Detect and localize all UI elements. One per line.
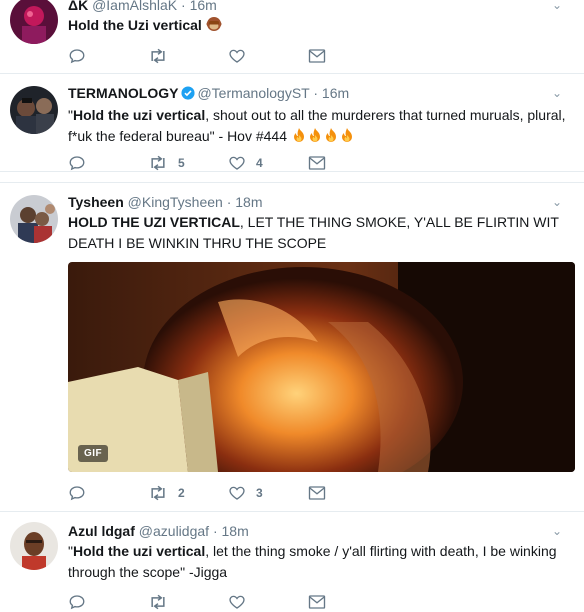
like-button[interactable]: 3 [228,483,263,503]
chevron-down-icon[interactable]: ⌄ [552,195,562,209]
like-count: 4 [256,156,263,170]
reply-button[interactable] [68,592,86,612]
display-name[interactable]: Azul ldgaf [68,523,135,539]
gif-badge: GIF [78,445,109,462]
like-button[interactable] [228,46,246,66]
username[interactable]: @TermanologyST [197,85,309,101]
message-button[interactable] [308,592,326,612]
heart-icon [229,486,245,500]
heart-icon [229,595,245,609]
reply-icon [69,486,85,501]
chevron-down-icon[interactable]: ⌄ [552,86,562,100]
message-button[interactable] [308,153,326,173]
fire-icon [339,127,355,143]
avatar[interactable] [10,195,58,243]
retweet-button[interactable]: 2 [148,483,185,503]
tweet-text: HOLD THE UZI VERTICAL, LET THE THING SMO… [68,212,574,254]
tweet-header: ΔK @IamAlshlaK · 16m [68,0,574,14]
tweet[interactable]: TERMANOLOGY @TermanologyST · 16m ⌄ "Hold … [0,74,584,172]
retweet-button[interactable]: 5 [148,153,185,173]
envelope-icon [308,49,326,63]
separator: · [226,194,232,210]
separator: · [212,523,218,539]
retweet-icon [151,594,165,610]
tweet-header: Azul ldgaf @azulidgaf · 18m [68,522,574,540]
heart-icon [229,49,245,63]
tweet[interactable]: ΔK @IamAlshlaK · 16m ⌄ Hold the Uzi vert… [0,0,584,74]
avatar[interactable] [10,522,58,570]
message-button[interactable] [308,483,326,503]
timestamp[interactable]: 16m [190,0,217,13]
display-name[interactable]: ΔK [68,0,88,13]
envelope-icon [308,595,326,609]
fire-icon [307,127,323,143]
gif-media[interactable]: GIF [68,262,575,472]
separator: · [313,85,319,101]
tweet-header: TERMANOLOGY @TermanologyST · 16m [68,84,574,104]
reply-button[interactable] [68,153,86,173]
tweet-text-bold: Hold the uzi vertical [72,543,206,559]
chevron-down-icon[interactable]: ⌄ [552,524,562,538]
avatar[interactable] [10,0,58,44]
tweet-text-bold: Hold the Uzi vertical [68,17,202,33]
gif-image [68,262,575,472]
reply-icon [69,595,85,610]
envelope-icon [308,156,326,170]
retweet-icon [151,48,165,64]
tweet-text-bold: HOLD THE UZI VERTICAL [68,214,240,230]
timestamp[interactable]: 16m [322,85,349,101]
retweet-icon [151,485,165,501]
separator: · [181,0,186,13]
fire-icons [291,128,355,144]
fire-icon [291,127,307,143]
like-count: 3 [256,486,263,500]
tweet[interactable]: Azul ldgaf @azulidgaf · 18m ⌄ "Hold the … [0,512,584,612]
tweet-text: "Hold the uzi vertical, let the thing sm… [68,541,574,583]
reply-button[interactable] [68,483,86,503]
reply-button[interactable] [68,46,86,66]
retweet-icon [151,155,165,171]
tweet-text: Hold the Uzi vertical [68,15,574,36]
tweet[interactable]: Tysheen @KingTysheen · 18m ⌄ HOLD THE UZ… [0,182,584,512]
username[interactable]: @IamAlshlaK [92,0,177,13]
retweet-button[interactable] [148,592,168,612]
tweet-text-bold: Hold the uzi vertical [72,107,206,123]
heart-icon [229,156,245,170]
message-button[interactable] [308,46,326,66]
like-button[interactable] [228,592,246,612]
avatar[interactable] [10,86,58,134]
display-name[interactable]: Tysheen [68,194,124,210]
chevron-down-icon[interactable]: ⌄ [552,0,562,12]
timestamp[interactable]: 18m [235,194,262,210]
timestamp[interactable]: 18m [222,523,249,539]
tweet-header: Tysheen @KingTysheen · 18m [68,193,574,211]
tweet-text: "Hold the uzi vertical, shout out to all… [68,105,574,147]
reply-icon [69,156,85,171]
retweet-count: 2 [178,486,185,500]
username[interactable]: @KingTysheen [128,194,223,210]
see-no-evil-monkey-icon [206,16,222,32]
display-name[interactable]: TERMANOLOGY [68,85,178,101]
like-button[interactable]: 4 [228,153,263,173]
fire-icon [323,127,339,143]
retweet-count: 5 [178,156,185,170]
reply-icon [69,49,85,64]
username[interactable]: @azulidgaf [139,523,209,539]
verified-badge-icon [181,86,196,104]
retweet-button[interactable] [148,46,168,66]
envelope-icon [308,486,326,500]
